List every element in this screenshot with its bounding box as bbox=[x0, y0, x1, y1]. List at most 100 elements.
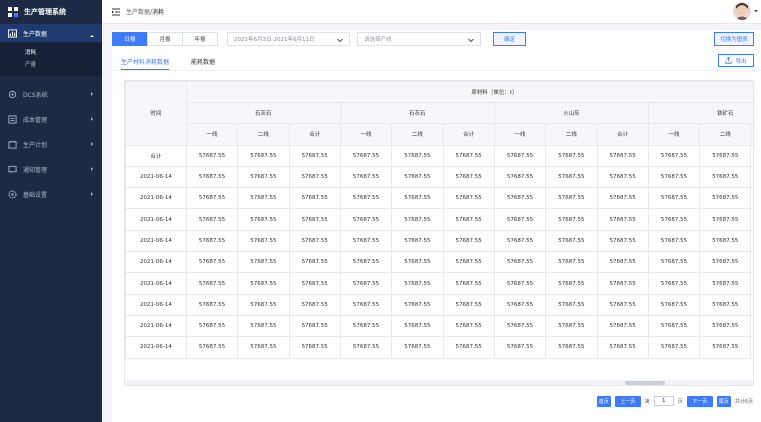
value-cell: 57687.55 bbox=[699, 229, 752, 253]
last-page-button[interactable]: 尾页 bbox=[716, 395, 731, 407]
prev-page-button[interactable]: 上一页 bbox=[614, 395, 641, 407]
value-cell: 57687.55 bbox=[493, 229, 547, 253]
value-cell: 57687.55 bbox=[185, 165, 239, 189]
line-header: 一线 bbox=[493, 123, 547, 146]
value-cell: 57687.55 bbox=[699, 208, 752, 231]
sidebar-item-plan[interactable]: 生产计划 bbox=[0, 132, 102, 157]
line-select-placeholder: 请选择产线 bbox=[364, 37, 392, 43]
page-input[interactable]: 1 bbox=[653, 396, 674, 406]
line-header: 一线 bbox=[339, 123, 393, 146]
table-row: 2021-06-14 57687.55 57687.55 57687.55 57687.… bbox=[125, 272, 753, 295]
value-cell: 57687.55 bbox=[391, 314, 444, 338]
page-prefix: 第 bbox=[644, 398, 650, 405]
value-cell: 57687.55 bbox=[391, 229, 444, 253]
material-header: 铁矿石 bbox=[647, 101, 753, 125]
export-button[interactable]: 导出 bbox=[718, 54, 754, 67]
value-cell: 57687.55 bbox=[288, 314, 341, 338]
chart-icon bbox=[8, 28, 17, 38]
confirm-button[interactable]: 确定 bbox=[493, 32, 526, 46]
value-cell: 57687.55 bbox=[442, 208, 495, 231]
switch-to-chart-button[interactable]: 切换为图表 bbox=[714, 32, 754, 46]
tab-energy-consumption[interactable]: 能耗数据 bbox=[191, 57, 215, 71]
table-row: 2021-06-14 57687.55 57687.55 57687.55 57687.… bbox=[125, 165, 753, 189]
value-cell: 57687.55 bbox=[596, 293, 649, 316]
value-cell: 57687.55 bbox=[185, 336, 239, 359]
sidebar-item-label: 通知管理 bbox=[23, 167, 48, 174]
line-header: 二线 bbox=[699, 123, 752, 146]
period-tab-year[interactable]: 年报 bbox=[182, 32, 218, 46]
logo-icon bbox=[8, 7, 18, 17]
value-cell: 57687.55 bbox=[339, 272, 393, 295]
value-cell: 57687.55 bbox=[442, 229, 495, 253]
value-cell: 57687.55 bbox=[391, 251, 444, 274]
sidebar-item-cost[interactable]: 成本管理 bbox=[0, 107, 102, 132]
avatar[interactable] bbox=[733, 2, 751, 20]
export-icon bbox=[725, 57, 733, 64]
value-cell: 57687.55 bbox=[647, 229, 701, 253]
chevron-right-icon bbox=[91, 117, 93, 121]
value-cell: 57687.55 bbox=[647, 187, 701, 210]
value-cell: 57687.55 bbox=[545, 208, 598, 231]
period-tab-day[interactable]: 日报 bbox=[112, 32, 148, 46]
value-cell: 57687.55 bbox=[288, 293, 341, 316]
sidebar-item-dcs[interactable]: DCS系统 bbox=[0, 82, 102, 107]
value-cell: 57687.55 bbox=[493, 314, 547, 338]
chevron-right-icon bbox=[91, 192, 93, 196]
value-cell: 57687.55 bbox=[237, 165, 290, 189]
table-body: 合计 57687.55 57687.55 57687.55 57687.55 57687.… bbox=[125, 144, 753, 359]
value-cell: 57687.55 bbox=[237, 314, 290, 338]
time-cell: 2021-06-14 bbox=[125, 336, 187, 359]
value-cell: 57687.55 bbox=[596, 272, 649, 295]
value-cell: 57687.55 bbox=[699, 251, 752, 274]
tab-material-consumption[interactable]: 生产材料消耗数据 bbox=[121, 57, 170, 71]
sidebar-item-settings[interactable]: 基础设置 bbox=[0, 182, 102, 207]
caret-down-icon[interactable] bbox=[753, 8, 759, 14]
data-table-container[interactable]: 时间 原材料（单位：t） 石灰石 石灰石 火山灰 铁矿石 一线 二线 合计 一线… bbox=[124, 80, 754, 386]
sidebar-item-label: 生产计划 bbox=[23, 142, 48, 149]
chevron-up-icon bbox=[90, 35, 94, 37]
message-icon bbox=[8, 165, 17, 174]
value-cell: 57687.55 bbox=[493, 336, 547, 359]
time-cell: 2021-06-14 bbox=[125, 229, 187, 253]
scrollbar-thumb[interactable] bbox=[625, 380, 665, 385]
page-suffix: 页 bbox=[677, 398, 683, 405]
value-cell: 57687.55 bbox=[288, 165, 341, 189]
breadcrumb-parent[interactable]: 生产数据/ bbox=[126, 9, 152, 16]
value-cell: 57687.55 bbox=[442, 336, 495, 359]
pagination: 首页 上一页 第 1 页 下一页 尾页 共计6页 bbox=[596, 395, 753, 407]
table-row: 2021-06-14 57687.55 57687.55 57687.55 57687.… bbox=[125, 293, 753, 316]
sidebar-subitem-output[interactable]: 产量 bbox=[0, 58, 102, 70]
line-select[interactable]: 请选择产线 bbox=[357, 32, 481, 46]
value-cell: 57687.55 bbox=[288, 208, 341, 231]
sidebar-item-notice[interactable]: 通知管理 bbox=[0, 157, 102, 182]
value-cell bbox=[750, 229, 753, 253]
value-cell bbox=[750, 208, 753, 231]
period-tab-month[interactable]: 月报 bbox=[147, 32, 183, 46]
chevron-right-icon bbox=[91, 92, 93, 96]
sidebar-item-production-data[interactable]: 生产数据 bbox=[0, 24, 102, 42]
next-page-button[interactable]: 下一页 bbox=[686, 395, 713, 407]
consumption-table: 时间 原材料（单位：t） 石灰石 石灰石 火山灰 铁矿石 一线 二线 合计 一线… bbox=[125, 81, 753, 359]
value-cell: 57687.55 bbox=[442, 314, 495, 338]
value-cell: 57687.55 bbox=[237, 187, 290, 210]
line-header: 合计 bbox=[288, 123, 341, 146]
value-cell: 57687.55 bbox=[339, 293, 393, 316]
menu-fold-icon[interactable] bbox=[111, 7, 121, 17]
value-cell: 57687.55 bbox=[699, 314, 752, 338]
value-cell: 57687.55 bbox=[545, 314, 598, 338]
sidebar-subitem-consumption[interactable]: 消耗 bbox=[0, 46, 102, 58]
dcs-icon bbox=[8, 90, 17, 99]
value-cell: 57687.55 bbox=[699, 144, 752, 167]
cost-icon bbox=[8, 115, 17, 124]
table-row: 2021-06-14 57687.55 57687.55 57687.55 57687.… bbox=[125, 314, 753, 338]
value-cell: 57687.55 bbox=[288, 336, 341, 359]
app-title: 生产管理系统 bbox=[24, 8, 66, 16]
first-page-button[interactable]: 首页 bbox=[596, 395, 611, 407]
value-cell: 57687.55 bbox=[596, 208, 649, 231]
value-cell: 57687.55 bbox=[391, 144, 444, 167]
value-cell: 57687.55 bbox=[288, 144, 341, 167]
value-cell: 57687.55 bbox=[596, 229, 649, 253]
value-cell: 57687.55 bbox=[647, 144, 701, 167]
horizontal-scrollbar[interactable] bbox=[125, 380, 753, 385]
date-range-select[interactable]: 2021年6月3日-2021年6月11日 bbox=[227, 32, 350, 46]
